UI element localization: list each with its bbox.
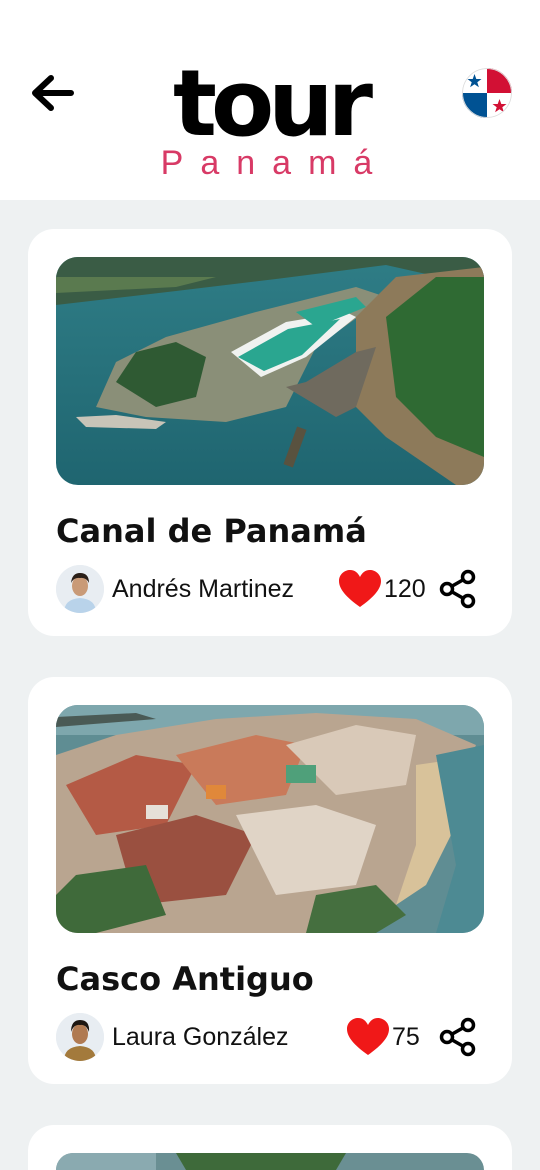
share-icon (439, 569, 476, 609)
heart-icon (347, 1018, 389, 1055)
author-info[interactable]: Andrés Martinez (56, 565, 294, 613)
back-button[interactable] (28, 72, 76, 114)
heart-icon (339, 570, 381, 607)
avatar (56, 1013, 104, 1061)
share-icon (439, 1017, 476, 1057)
arrow-left-icon (32, 75, 74, 111)
like-count: 120 (384, 574, 426, 603)
like-button[interactable]: 75 (346, 1017, 420, 1057)
tour-card[interactable]: Casco Antiguo Laura González 75 (28, 677, 512, 1084)
tour-card[interactable] (28, 1125, 512, 1170)
tour-card[interactable]: Canal de Panamá Andrés Martinez 120 (28, 229, 512, 636)
author-name: Laura González (112, 1022, 289, 1051)
canal-photo[interactable] (56, 257, 484, 485)
like-button[interactable]: 120 (338, 569, 426, 609)
logo-title: tour (172, 50, 373, 157)
author-name: Andrés Martinez (112, 574, 295, 603)
avatar (56, 565, 104, 613)
panama-flag-icon[interactable] (462, 68, 512, 118)
share-button[interactable] (438, 569, 478, 609)
app-logo: tour Panamá (150, 50, 390, 183)
tour-photo[interactable] (56, 1153, 484, 1170)
app-header: tour Panamá (0, 0, 540, 200)
like-count: 75 (392, 1022, 420, 1051)
card-title: Canal de Panamá (56, 512, 367, 550)
logo-subtitle: Panamá (160, 144, 390, 182)
author-info[interactable]: Laura González (56, 1013, 289, 1061)
card-title: Casco Antiguo (56, 960, 314, 998)
casco-antiguo-photo[interactable] (56, 705, 484, 933)
share-button[interactable] (438, 1017, 478, 1057)
